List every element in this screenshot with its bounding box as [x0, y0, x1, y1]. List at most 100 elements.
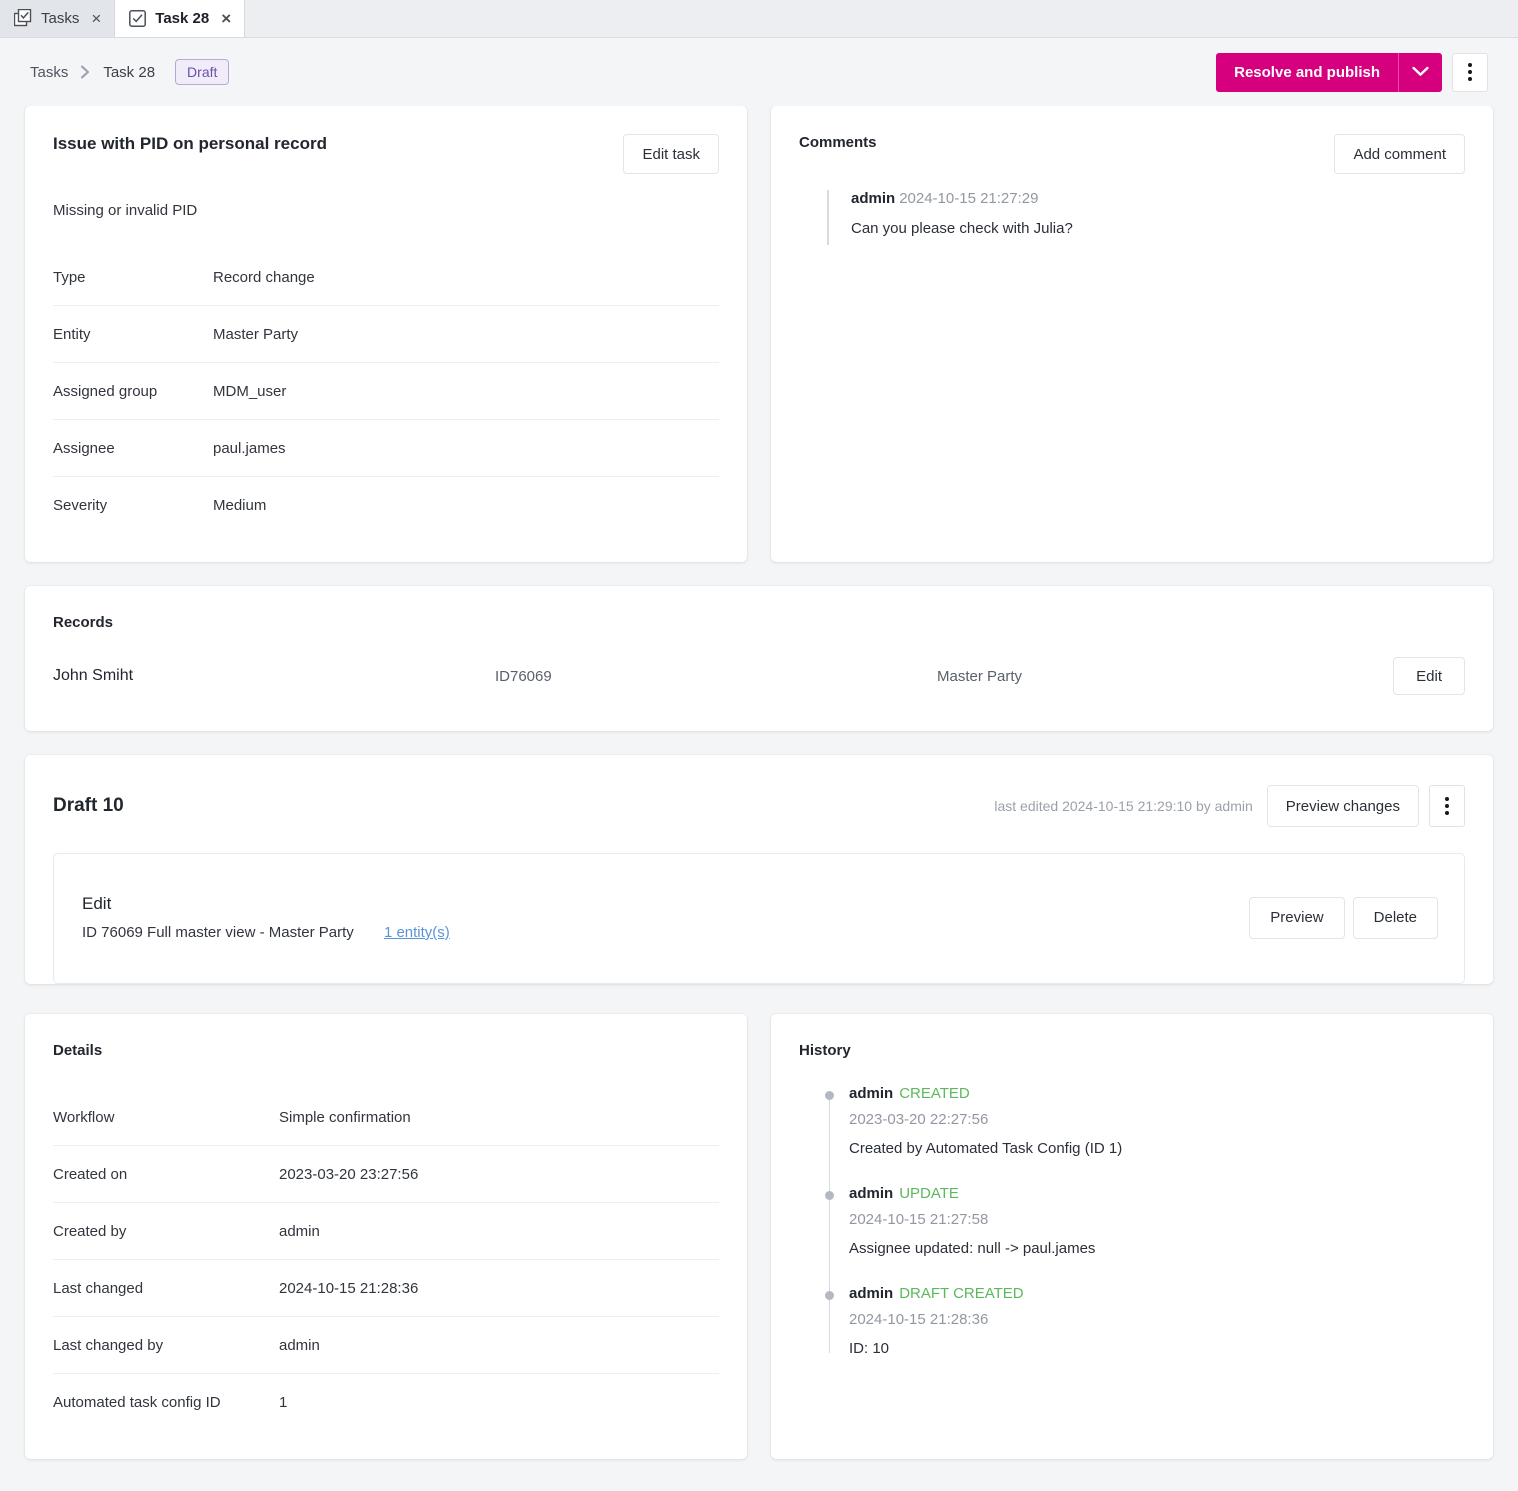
records-row: Records John Smiht ID76069 Master Party … — [0, 586, 1518, 731]
draft-item-actions: Preview Delete — [1249, 897, 1438, 939]
draft-item-text: Edit ID 76069 Full master view - Master … — [82, 894, 450, 941]
draft-card-header: Draft 10 last edited 2024-10-15 21:29:10… — [25, 755, 1493, 827]
details-title: Details — [53, 1042, 102, 1059]
task-field-row: Entity Master Party — [53, 306, 719, 363]
tab-label: Tasks — [41, 10, 79, 27]
history-action: DRAFT CREATED — [899, 1285, 1023, 1302]
details-card-header: Details — [25, 1014, 747, 1059]
history-detail: ID: 10 — [849, 1340, 1465, 1357]
field-value: Simple confirmation — [279, 1109, 411, 1126]
tab-bar: Tasks × Task 28 × — [0, 0, 1518, 38]
resolve-and-publish-button[interactable]: Resolve and publish — [1216, 53, 1398, 92]
comment-body: Can you please check with Julia? — [851, 220, 1465, 237]
stacked-checkbox-icon — [14, 9, 32, 27]
draft-item-title: Edit — [82, 894, 450, 914]
header-actions: Resolve and publish — [1216, 53, 1488, 92]
details-field-list: Workflow Simple confirmation Created on … — [25, 1059, 747, 1459]
draft-item: Edit ID 76069 Full master view - Master … — [53, 853, 1465, 984]
draft-item-subtitle: ID 76069 Full master view - Master Party… — [82, 924, 450, 941]
history-timestamp: 2024-10-15 21:27:58 — [849, 1211, 1465, 1228]
comment-list: admin2024-10-15 21:27:29 Can you please … — [771, 174, 1493, 273]
close-icon[interactable]: × — [91, 10, 101, 27]
history-action: CREATED — [899, 1085, 970, 1102]
bottom-row: Details Workflow Simple confirmation Cre… — [0, 1014, 1518, 1459]
history-user: admin — [849, 1285, 893, 1302]
task-field-row: Severity Medium — [53, 477, 719, 534]
history-heading: admin DRAFT CREATED — [849, 1285, 1465, 1302]
breadcrumb-current: Task 28 — [103, 64, 155, 81]
comment-timestamp: 2024-10-15 21:27:29 — [899, 190, 1038, 207]
breadcrumb-root[interactable]: Tasks — [30, 64, 68, 81]
field-label: Entity — [53, 326, 213, 343]
checkbox-icon — [129, 10, 146, 27]
history-title: History — [799, 1042, 851, 1059]
kebab-menu-icon — [1468, 63, 1472, 67]
field-label: Type — [53, 269, 213, 286]
chevron-down-icon — [1412, 65, 1429, 80]
details-field-row: Automated task config ID 1 — [53, 1374, 719, 1431]
edit-record-button[interactable]: Edit — [1393, 657, 1465, 695]
history-action: UPDATE — [899, 1185, 959, 1202]
timeline-dot-icon — [825, 1291, 834, 1300]
details-card: Details Workflow Simple confirmation Cre… — [25, 1014, 747, 1459]
history-user: admin — [849, 1185, 893, 1202]
preview-button[interactable]: Preview — [1249, 897, 1344, 939]
timeline-connector — [829, 1093, 830, 1353]
comment-author: admin — [851, 190, 895, 207]
details-field-row: Last changed by admin — [53, 1317, 719, 1374]
draft-row: Draft 10 last edited 2024-10-15 21:29:10… — [0, 755, 1518, 984]
history-detail: Created by Automated Task Config (ID 1) — [849, 1140, 1465, 1157]
history-heading: admin UPDATE — [849, 1185, 1465, 1202]
record-name: John Smiht — [53, 667, 495, 685]
list-item: adminCREATED 2023-03-20 22:27:56 Created… — [849, 1085, 1465, 1157]
draft-item-description: ID 76069 Full master view - Master Party — [82, 924, 354, 941]
add-comment-button[interactable]: Add comment — [1334, 134, 1465, 174]
close-icon[interactable]: × — [221, 10, 231, 27]
record-id: ID76069 — [495, 668, 937, 685]
task-description: Missing or invalid PID — [25, 174, 747, 219]
field-value: paul.james — [213, 440, 286, 457]
details-field-row: Last changed 2024-10-15 21:28:36 — [53, 1260, 719, 1317]
history-timestamp: 2024-10-15 21:28:36 — [849, 1311, 1465, 1328]
timeline-dot-icon — [825, 1191, 834, 1200]
task-card-header: Issue with PID on personal record Edit t… — [25, 106, 747, 174]
table-row[interactable]: John Smiht ID76069 Master Party Edit — [53, 651, 1465, 701]
draft-title: Draft 10 — [53, 795, 124, 817]
field-label: Created by — [53, 1223, 279, 1240]
field-label: Severity — [53, 497, 213, 514]
records-card: Records John Smiht ID76069 Master Party … — [25, 586, 1493, 731]
field-value: 2023-03-20 23:27:56 — [279, 1166, 418, 1183]
task-field-row: Assigned group MDM_user — [53, 363, 719, 420]
chevron-right-icon — [80, 65, 91, 79]
comments-card: Comments Add comment admin2024-10-15 21:… — [771, 106, 1493, 562]
field-label: Automated task config ID — [53, 1394, 279, 1411]
record-entity: Master Party — [937, 668, 1393, 685]
kebab-menu-icon — [1445, 797, 1449, 801]
field-value: admin — [279, 1337, 320, 1354]
records-title: Records — [53, 614, 113, 631]
comment-meta: admin2024-10-15 21:27:29 — [851, 190, 1465, 207]
delete-button[interactable]: Delete — [1353, 897, 1438, 939]
field-label: Assignee — [53, 440, 213, 457]
entity-count-link[interactable]: 1 entity(s) — [384, 924, 450, 941]
history-list: admin CREATED 2023-03-20 22:27:56 Created… — [825, 1085, 1465, 1357]
field-label: Last changed — [53, 1280, 279, 1297]
task-field-row: Type Record change — [53, 249, 719, 306]
task-field-row: Assignee paul.james — [53, 420, 719, 477]
field-value: 1 — [279, 1394, 287, 1411]
draft-overflow-menu-button[interactable] — [1429, 785, 1465, 827]
records-list: John Smiht ID76069 Master Party Edit — [25, 631, 1493, 731]
tab-task-28[interactable]: Task 28 × — [115, 0, 245, 37]
top-row: Issue with PID on personal record Edit t… — [0, 106, 1518, 562]
tab-tasks[interactable]: Tasks × — [0, 0, 115, 37]
comments-title: Comments — [799, 134, 877, 151]
task-summary-card: Issue with PID on personal record Edit t… — [25, 106, 747, 562]
history-timestamp: 2023-03-20 22:27:56 — [849, 1111, 1465, 1128]
resolve-dropdown-button[interactable] — [1398, 53, 1442, 92]
field-label: Last changed by — [53, 1337, 279, 1354]
preview-changes-button[interactable]: Preview changes — [1267, 785, 1419, 827]
breadcrumb: Tasks Task 28 Draft — [30, 59, 229, 85]
edit-task-button[interactable]: Edit task — [623, 134, 719, 174]
page-overflow-menu-button[interactable] — [1452, 53, 1488, 92]
field-value: MDM_user — [213, 383, 286, 400]
